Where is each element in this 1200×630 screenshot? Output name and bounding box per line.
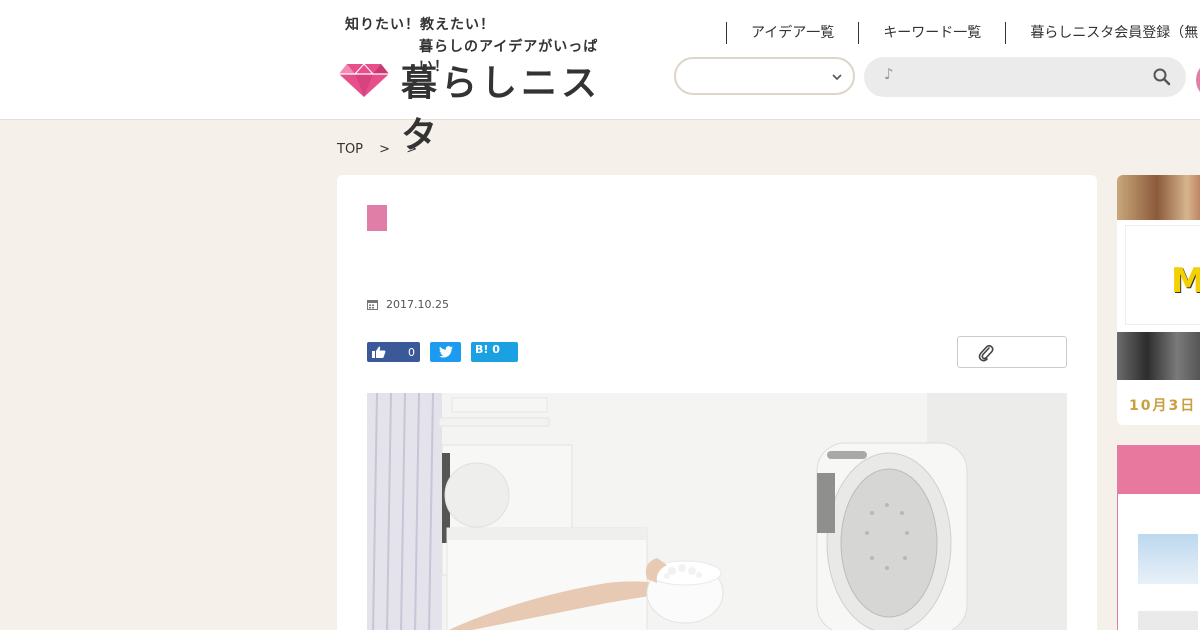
- breadcrumb-separator: >: [379, 142, 391, 157]
- site-header: 知りたい！教えたい！ 暮らしのアイデアがいっぱい！ 暮らしニスタ アイデア一覧 …: [0, 0, 1200, 156]
- breadcrumb: TOP > >: [337, 142, 429, 157]
- search-icon[interactable]: [1152, 67, 1172, 87]
- search-placeholder: ♪: [884, 65, 894, 83]
- article-main-image: [367, 393, 1067, 630]
- thumbs-up-icon: [372, 346, 386, 358]
- sidebar-ranking-box: [1117, 445, 1200, 630]
- banner-date-label: 10月3日: [1129, 398, 1197, 414]
- clip-button[interactable]: [957, 336, 1067, 368]
- category-select[interactable]: [674, 57, 855, 95]
- category-marker: [367, 205, 387, 231]
- chevron-down-icon: [832, 74, 842, 81]
- banner-photo-pans: [1117, 332, 1200, 380]
- twitter-bird-icon: [438, 346, 453, 358]
- breadcrumb-separator: >: [406, 142, 418, 157]
- article-date-row: 2017.10.25: [367, 298, 449, 311]
- hatena-count: 0: [492, 343, 500, 356]
- member-button[interactable]: [1196, 60, 1200, 100]
- banner-photo-food: [1117, 175, 1200, 220]
- tagline-line1: 知りたい！教えたい！: [345, 17, 495, 33]
- diamond-logo-icon: [339, 63, 389, 97]
- nav-item-register[interactable]: 暮らしニスタ会員登録（無: [1005, 22, 1200, 44]
- site-name: 暮らしニスタ: [401, 63, 602, 156]
- paperclip-icon: [978, 344, 994, 362]
- ranking-thumbnail[interactable]: [1138, 534, 1198, 584]
- rice-cooker-photo: [367, 393, 1067, 630]
- ranking-thumbnail[interactable]: [1138, 611, 1198, 630]
- article-date: 2017.10.25: [386, 298, 449, 311]
- top-nav: アイデア一覧 キーワード一覧 暮らしニスタ会員登録（無: [726, 22, 1200, 44]
- twitter-share-button[interactable]: [430, 342, 461, 362]
- nav-item-keywords[interactable]: キーワード一覧: [858, 22, 1005, 44]
- article-card: 2017.10.25 0 B! 0: [337, 175, 1097, 630]
- search-input[interactable]: ♪: [864, 57, 1186, 97]
- banner-letter: M: [1171, 261, 1200, 301]
- facebook-like-button[interactable]: 0: [367, 342, 420, 362]
- ranking-header-bar: [1118, 446, 1200, 494]
- calendar-icon: [367, 300, 378, 310]
- hatena-bookmark-button[interactable]: B! 0: [471, 342, 518, 362]
- like-count: 0: [408, 345, 415, 359]
- nav-item-ideas[interactable]: アイデア一覧: [726, 22, 858, 44]
- site-logo[interactable]: 知りたい！教えたい！ 暮らしのアイデアがいっぱい！ 暮らしニスタ: [337, 8, 627, 156]
- hatena-label: B!: [475, 343, 489, 356]
- sidebar-magazine-banner[interactable]: M 10月3日: [1117, 175, 1200, 425]
- breadcrumb-top[interactable]: TOP: [337, 142, 363, 157]
- share-buttons: 0 B! 0: [367, 342, 518, 362]
